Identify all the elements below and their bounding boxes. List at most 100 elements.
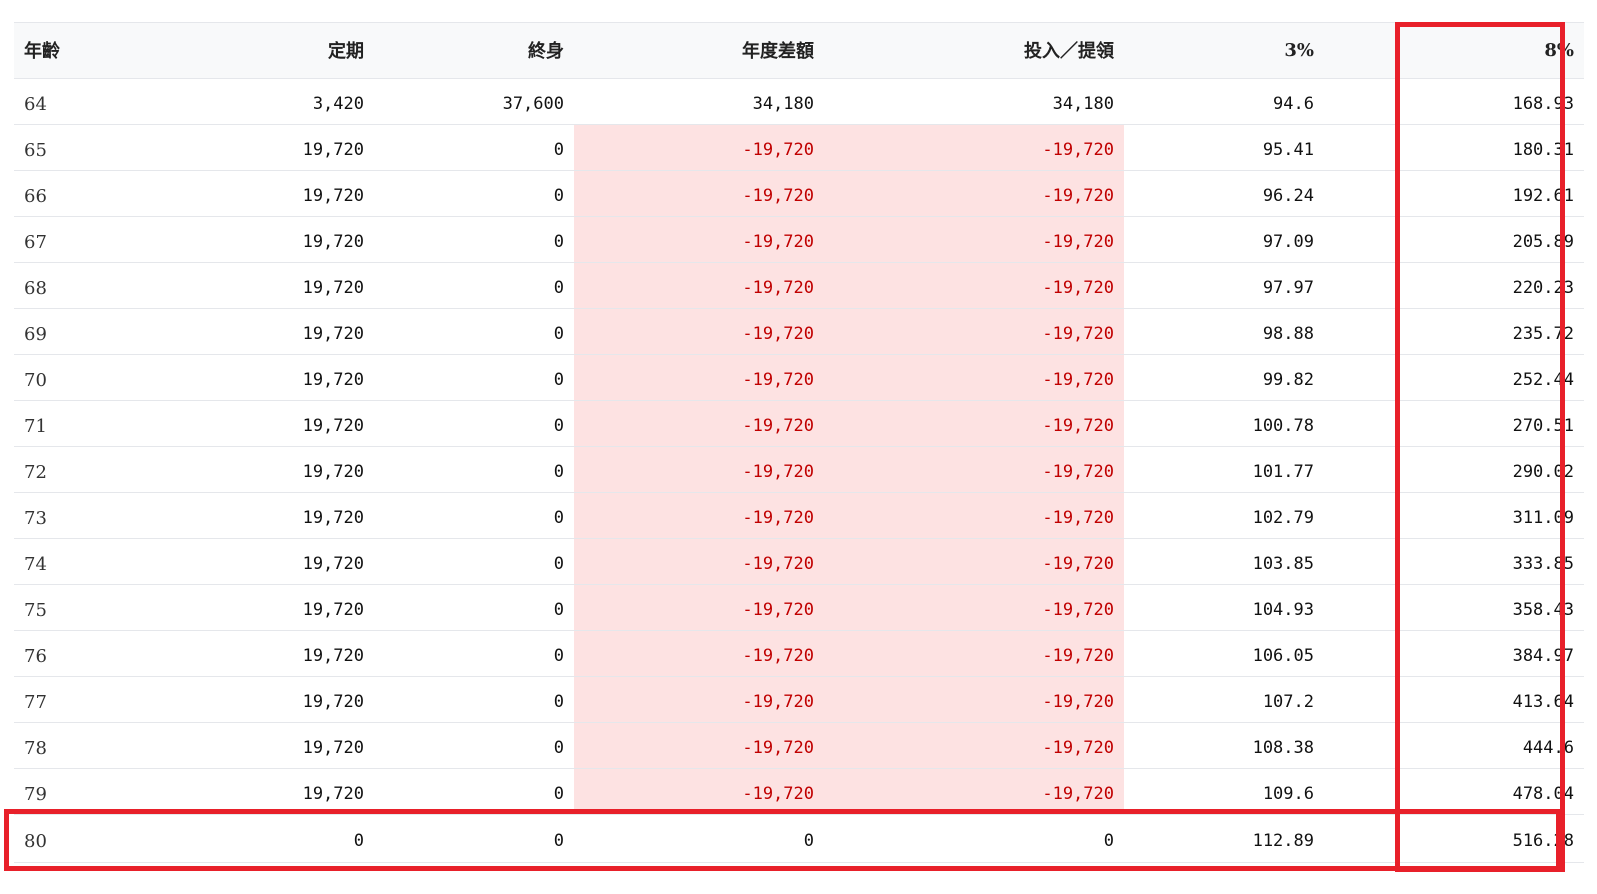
rate-8-cell: 333.85 <box>1324 538 1584 585</box>
rate-3-cell: 97.09 <box>1124 216 1324 263</box>
annual-diff-cell: -19,720 <box>574 446 824 493</box>
rate-8-cell: 205.89 <box>1324 216 1584 263</box>
age-cell: 70 <box>14 354 174 401</box>
table-row: 73 19,720 0 -19,720 -19,720 102.79 311.09 <box>14 492 1584 539</box>
age-cell: 79 <box>14 768 174 815</box>
annual-diff-cell: -19,720 <box>574 170 824 217</box>
age-cell: 74 <box>14 538 174 585</box>
table-row: 80 0 0 0 0 112.89 516.28 <box>14 814 1584 863</box>
whole-life-cell: 0 <box>374 446 574 493</box>
rate-8-cell: 516.28 <box>1324 814 1584 863</box>
table-row: 70 19,720 0 -19,720 -19,720 99.82 252.44 <box>14 354 1584 401</box>
invest-withdraw-cell: -19,720 <box>824 768 1124 815</box>
term-cell: 19,720 <box>174 538 374 585</box>
table-row: 77 19,720 0 -19,720 -19,720 107.2 413.64 <box>14 676 1584 723</box>
term-cell: 3,420 <box>174 78 374 125</box>
term-cell: 19,720 <box>174 492 374 539</box>
invest-withdraw-cell: -19,720 <box>824 722 1124 769</box>
rate-8-cell: 444.6 <box>1324 722 1584 769</box>
header-annual-diff: 年度差額 <box>574 23 824 79</box>
invest-withdraw-cell: -19,720 <box>824 676 1124 723</box>
rate-8-cell: 290.02 <box>1324 446 1584 493</box>
rate-3-cell: 103.85 <box>1124 538 1324 585</box>
table-row: 74 19,720 0 -19,720 -19,720 103.85 333.85 <box>14 538 1584 585</box>
table-row: 65 19,720 0 -19,720 -19,720 95.41 180.31 <box>14 124 1584 171</box>
term-cell: 0 <box>174 814 374 863</box>
age-cell: 66 <box>14 170 174 217</box>
rate-8-cell: 252.44 <box>1324 354 1584 401</box>
rate-8-cell: 358.43 <box>1324 584 1584 631</box>
whole-life-cell: 0 <box>374 308 574 355</box>
whole-life-cell: 0 <box>374 354 574 401</box>
age-cell: 75 <box>14 584 174 631</box>
table-row: 71 19,720 0 -19,720 -19,720 100.78 270.51 <box>14 400 1584 447</box>
age-cell: 67 <box>14 216 174 263</box>
term-cell: 19,720 <box>174 308 374 355</box>
annual-diff-cell: -19,720 <box>574 630 824 677</box>
invest-withdraw-cell: -19,720 <box>824 492 1124 539</box>
table-row: 72 19,720 0 -19,720 -19,720 101.77 290.02 <box>14 446 1584 493</box>
table-header: 年齡 定期 終身 年度差額 投入／提領 3% 8% <box>14 23 1584 79</box>
header-age: 年齡 <box>14 23 174 79</box>
annual-diff-cell: 0 <box>574 814 824 863</box>
annual-diff-cell: -19,720 <box>574 676 824 723</box>
annual-diff-cell: -19,720 <box>574 722 824 769</box>
whole-life-cell: 0 <box>374 124 574 171</box>
rate-8-cell: 192.61 <box>1324 170 1584 217</box>
rate-3-cell: 107.2 <box>1124 676 1324 723</box>
annual-diff-cell: -19,720 <box>574 124 824 171</box>
whole-life-cell: 0 <box>374 400 574 447</box>
whole-life-cell: 37,600 <box>374 78 574 125</box>
table-row: 69 19,720 0 -19,720 -19,720 98.88 235.72 <box>14 308 1584 355</box>
whole-life-cell: 0 <box>374 262 574 309</box>
table-row: 78 19,720 0 -19,720 -19,720 108.38 444.6 <box>14 722 1584 769</box>
age-cell: 80 <box>14 814 174 863</box>
term-cell: 19,720 <box>174 170 374 217</box>
invest-withdraw-cell: 34,180 <box>824 78 1124 125</box>
rate-3-cell: 100.78 <box>1124 400 1324 447</box>
rate-8-cell: 384.97 <box>1324 630 1584 677</box>
invest-withdraw-cell: -19,720 <box>824 538 1124 585</box>
whole-life-cell: 0 <box>374 814 574 863</box>
whole-life-cell: 0 <box>374 216 574 263</box>
term-cell: 19,720 <box>174 354 374 401</box>
whole-life-cell: 0 <box>374 584 574 631</box>
table-row: 79 19,720 0 -19,720 -19,720 109.6 478.04 <box>14 768 1584 815</box>
term-cell: 19,720 <box>174 768 374 815</box>
header-rate-3: 3% <box>1124 23 1324 79</box>
whole-life-cell: 0 <box>374 768 574 815</box>
rate-3-cell: 101.77 <box>1124 446 1324 493</box>
age-cell: 76 <box>14 630 174 677</box>
term-cell: 19,720 <box>174 722 374 769</box>
age-cell: 65 <box>14 124 174 171</box>
rate-8-cell: 311.09 <box>1324 492 1584 539</box>
rate-3-cell: 99.82 <box>1124 354 1324 401</box>
rate-3-cell: 106.05 <box>1124 630 1324 677</box>
table-body: 64 3,420 37,600 34,180 34,180 94.6 168.93 65 19,… <box>14 78 1584 863</box>
whole-life-cell: 0 <box>374 722 574 769</box>
rate-3-cell: 109.6 <box>1124 768 1324 815</box>
annual-diff-cell: -19,720 <box>574 584 824 631</box>
term-cell: 19,720 <box>174 630 374 677</box>
rate-3-cell: 97.97 <box>1124 262 1324 309</box>
table-row: 68 19,720 0 -19,720 -19,720 97.97 220.23 <box>14 262 1584 309</box>
term-cell: 19,720 <box>174 676 374 723</box>
whole-life-cell: 0 <box>374 630 574 677</box>
rate-3-cell: 98.88 <box>1124 308 1324 355</box>
rate-8-cell: 270.51 <box>1324 400 1584 447</box>
invest-withdraw-cell: -19,720 <box>824 354 1124 401</box>
rate-8-cell: 413.64 <box>1324 676 1584 723</box>
age-cell: 73 <box>14 492 174 539</box>
annual-diff-cell: -19,720 <box>574 768 824 815</box>
term-cell: 19,720 <box>174 124 374 171</box>
age-cell: 71 <box>14 400 174 447</box>
rate-3-cell: 108.38 <box>1124 722 1324 769</box>
header-whole-life: 終身 <box>374 23 574 79</box>
rate-3-cell: 96.24 <box>1124 170 1324 217</box>
invest-withdraw-cell: 0 <box>824 814 1124 863</box>
whole-life-cell: 0 <box>374 170 574 217</box>
age-cell: 68 <box>14 262 174 309</box>
rate-3-cell: 94.6 <box>1124 78 1324 125</box>
annual-diff-cell: -19,720 <box>574 400 824 447</box>
age-cell: 77 <box>14 676 174 723</box>
